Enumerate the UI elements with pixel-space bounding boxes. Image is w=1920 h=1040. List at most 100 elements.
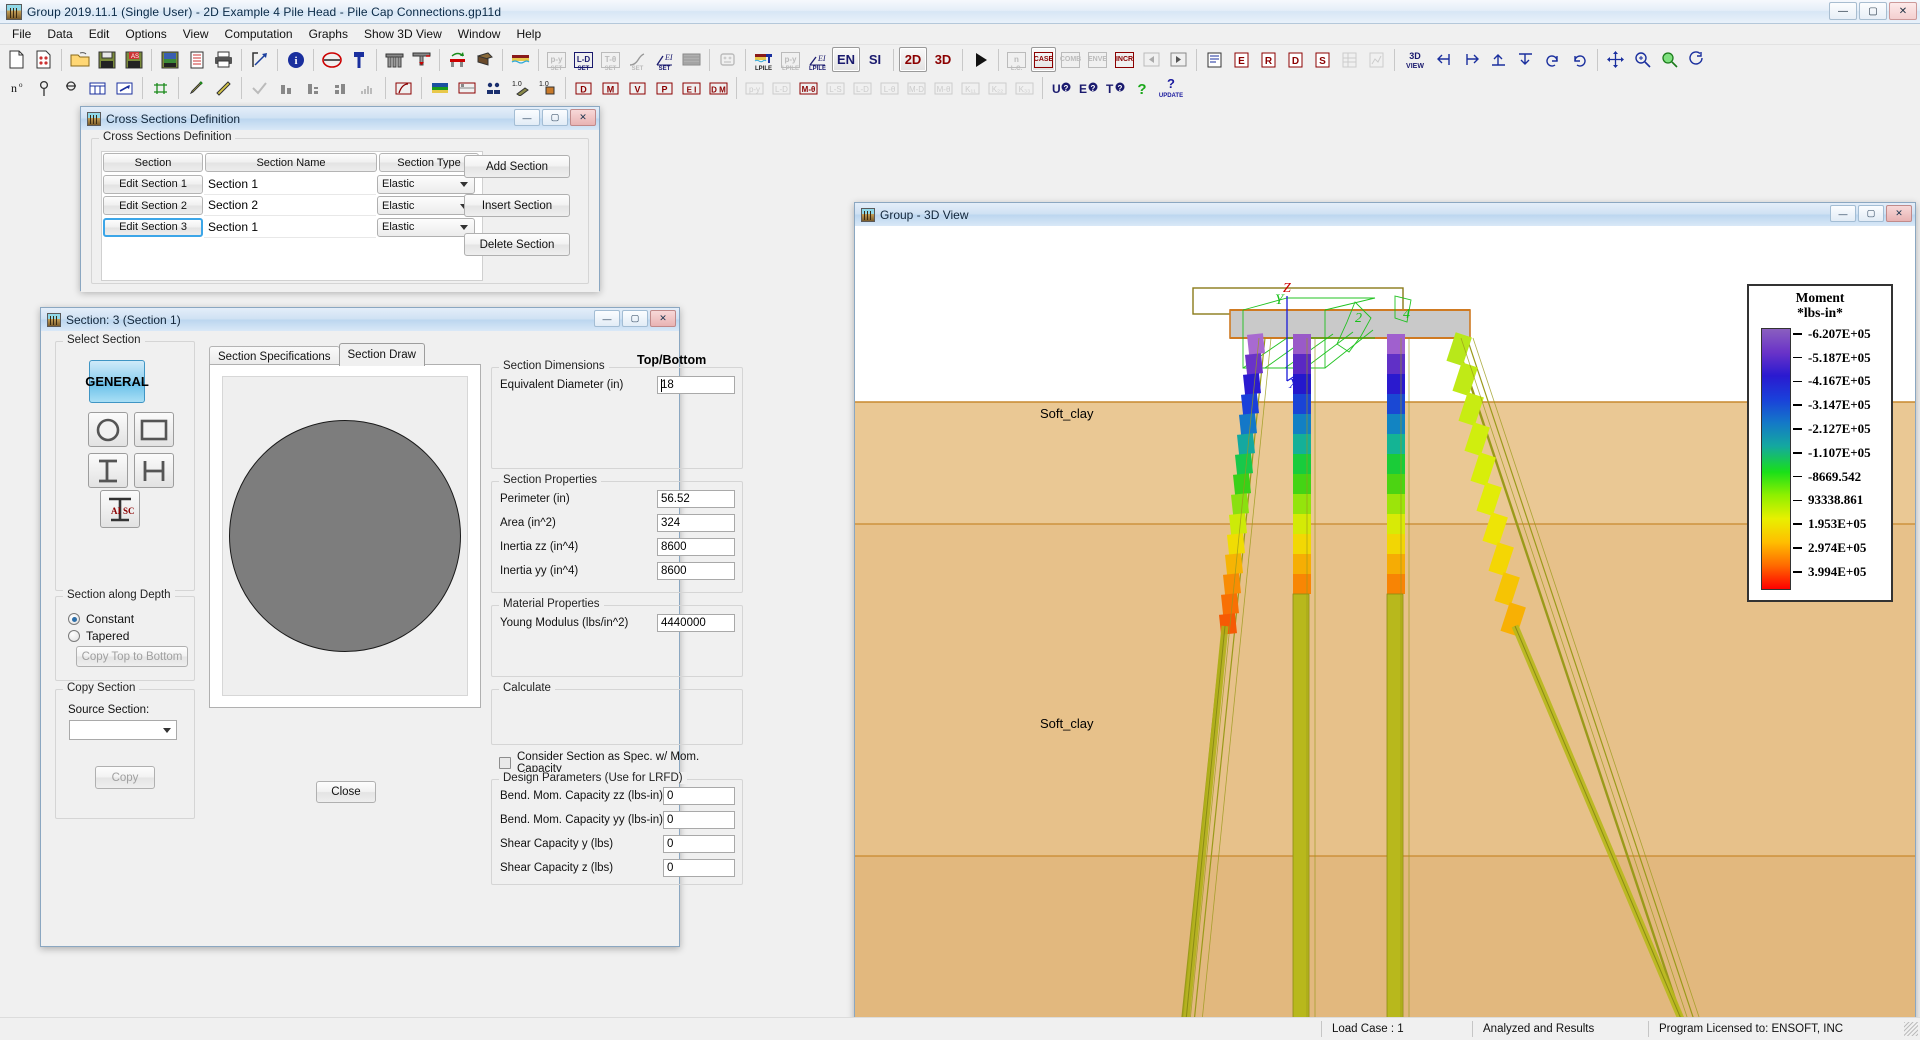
print-icon[interactable]: [211, 47, 236, 72]
bar-chart-2-icon[interactable]: [301, 76, 326, 101]
stiffness-k22-icon[interactable]: K₂₂: [985, 76, 1010, 101]
scale-2-icon[interactable]: 1.0: [535, 76, 560, 101]
report-list-icon[interactable]: [1202, 47, 1227, 72]
section-1-type-dropdown[interactable]: Elastic: [377, 174, 475, 194]
pile-node-icon[interactable]: [31, 76, 56, 101]
lpile-ei-icon[interactable]: EI LPILE: [805, 47, 830, 72]
people-icon[interactable]: [481, 76, 506, 101]
young-modulus-input[interactable]: 4440000: [657, 614, 735, 632]
view-3d-button[interactable]: 3D: [929, 47, 957, 72]
radio-tapered[interactable]: Tapered: [68, 629, 186, 643]
add-section-button[interactable]: Add Section: [464, 155, 570, 178]
section-close-action-button[interactable]: Close: [316, 781, 376, 803]
set-t-theta-curve-icon[interactable]: T-θ SET: [598, 47, 623, 72]
pile-count-icon[interactable]: no: [4, 76, 29, 101]
pan-down-icon[interactable]: [1513, 47, 1538, 72]
plot-ltheta-icon[interactable]: L-θ: [877, 76, 902, 101]
plot-ld2-icon[interactable]: L-D: [850, 76, 875, 101]
cross-sections-minimize-button[interactable]: —: [514, 109, 540, 126]
resize-grip-icon[interactable]: [1904, 1022, 1918, 1036]
bar-chart-1-icon[interactable]: [274, 76, 299, 101]
plot-p-icon[interactable]: P: [652, 76, 677, 101]
cross-sections-maximize-button[interactable]: ▢: [542, 109, 568, 126]
insert-section-button[interactable]: Insert Section: [464, 194, 570, 217]
pile-group-icon[interactable]: [382, 47, 407, 72]
copy-button[interactable]: Copy: [95, 766, 155, 789]
section-close-button[interactable]: ✕: [650, 310, 676, 327]
rotate-pilecap-icon[interactable]: [445, 47, 470, 72]
plot-mtheta2-icon[interactable]: M-θ: [931, 76, 956, 101]
cross-sections-title-bar[interactable]: Cross Sections Definition — ▢ ✕: [81, 107, 599, 130]
zoom-fit-icon[interactable]: [1657, 47, 1682, 72]
section-maximize-button[interactable]: ▢: [622, 310, 648, 327]
section-2-type-dropdown[interactable]: Elastic: [377, 196, 475, 216]
report-d-icon[interactable]: D: [1283, 47, 1308, 72]
soil-layers-icon[interactable]: [508, 47, 533, 72]
menu-help[interactable]: Help: [508, 25, 549, 43]
column-header-section[interactable]: Section: [103, 153, 203, 173]
i-beam-section-icon[interactable]: [88, 453, 128, 488]
menu-show-3d-view[interactable]: Show 3D View: [356, 25, 450, 43]
zoom-in-icon[interactable]: [1630, 47, 1655, 72]
envelope-button[interactable]: ENVE: [1085, 47, 1110, 72]
soil-block-icon[interactable]: [472, 47, 497, 72]
lpile-py-icon[interactable]: p-y LPILE: [778, 47, 803, 72]
section-draw-panel[interactable]: [209, 364, 481, 708]
menu-computation[interactable]: Computation: [217, 25, 301, 43]
section-3-name-field[interactable]: Section 1: [204, 217, 376, 238]
save-icon[interactable]: [94, 47, 119, 72]
comb-button[interactable]: COMB: [1058, 47, 1083, 72]
help-question-icon[interactable]: ?: [1129, 76, 1154, 101]
rotate-left-icon[interactable]: [1540, 47, 1565, 72]
pile-load-icon[interactable]: [409, 47, 434, 72]
set-py-curve-icon[interactable]: p-y SET: [544, 47, 569, 72]
radio-constant[interactable]: Constant: [68, 612, 186, 626]
info-icon[interactable]: i: [283, 47, 308, 72]
save-report-icon[interactable]: [157, 47, 182, 72]
bar-chart-3-icon[interactable]: [328, 76, 353, 101]
section-minimize-button[interactable]: —: [594, 310, 620, 327]
menu-options[interactable]: Options: [117, 25, 174, 43]
column-header-section-name[interactable]: Section Name: [205, 153, 377, 173]
case-button[interactable]: CASE: [1031, 47, 1056, 72]
copy-top-to-bottom-button[interactable]: Copy Top to Bottom: [76, 646, 188, 667]
report-e-icon[interactable]: E: [1229, 47, 1254, 72]
plot-py-icon[interactable]: p-y: [742, 76, 767, 101]
text-report-icon[interactable]: [184, 47, 209, 72]
rectangle-section-icon[interactable]: [134, 412, 174, 447]
next-case-icon[interactable]: [1166, 47, 1191, 72]
section-title-bar[interactable]: Section: 3 (Section 1) — ▢ ✕: [41, 308, 679, 331]
plot-ls-icon[interactable]: L-S: [823, 76, 848, 101]
update-icon[interactable]: ? UPDATE: [1156, 76, 1186, 101]
plot-mtheta-icon[interactable]: M-θ: [796, 76, 821, 101]
lpile-soil-icon[interactable]: LPILE: [751, 47, 776, 72]
circle-section-icon[interactable]: [88, 412, 128, 447]
stiffness-k11-icon[interactable]: K₁₁: [958, 76, 983, 101]
3d-view-maximize-button[interactable]: ▢: [1858, 205, 1884, 222]
pencil-green-icon[interactable]: [184, 76, 209, 101]
bend-mom-yy-input[interactable]: 0: [663, 811, 735, 829]
close-button[interactable]: ✕: [1889, 2, 1917, 20]
report-r-icon[interactable]: R: [1256, 47, 1281, 72]
plot-moment-icon[interactable]: M: [598, 76, 623, 101]
perimeter-input[interactable]: 56.52: [657, 490, 735, 508]
increment-button[interactable]: INCR: [1112, 47, 1137, 72]
minimize-button[interactable]: —: [1829, 2, 1857, 20]
save-as-icon[interactable]: AS: [121, 47, 146, 72]
plot-dm-icon[interactable]: D M: [706, 76, 731, 101]
3d-view-minimize-button[interactable]: —: [1830, 205, 1856, 222]
edit-section-2-button[interactable]: Edit Section 2: [103, 196, 203, 216]
pile-section-table-icon[interactable]: [85, 76, 110, 101]
previous-case-icon[interactable]: [1139, 47, 1164, 72]
pan-right-icon[interactable]: [1459, 47, 1484, 72]
section-1-name-field[interactable]: Section 1: [204, 174, 376, 195]
no-entry-icon[interactable]: [319, 47, 344, 72]
delete-section-button[interactable]: Delete Section: [464, 233, 570, 256]
section-2-name-field[interactable]: Section 2: [204, 195, 376, 217]
new-file-icon[interactable]: [4, 47, 29, 72]
deflection-plot-icon[interactable]: [391, 76, 416, 101]
mesh-icon[interactable]: [679, 47, 704, 72]
move-icon[interactable]: [1603, 47, 1628, 72]
3d-view-canvas[interactable]: Y 2 4 Z X: [855, 226, 1915, 1017]
tab-section-draw[interactable]: Section Draw: [338, 343, 425, 366]
